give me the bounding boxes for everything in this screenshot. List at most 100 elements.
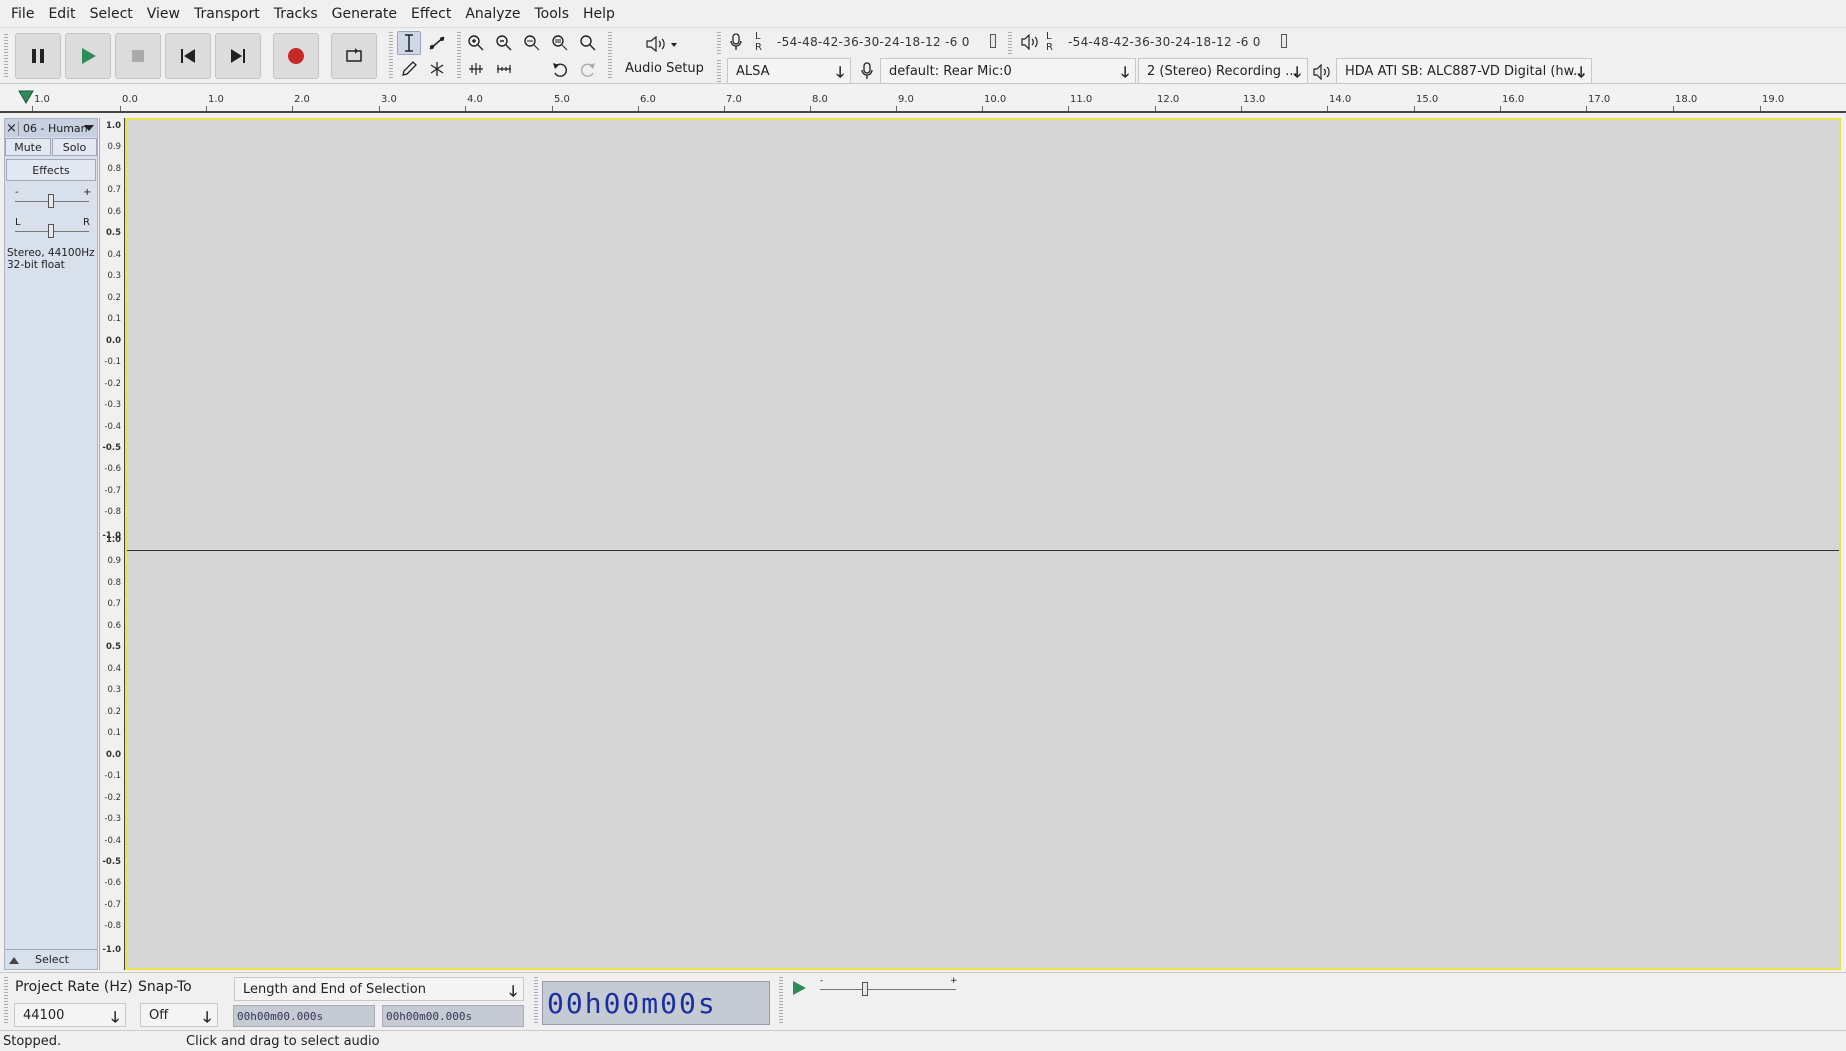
- selection-toolbar-grip[interactable]: [4, 977, 8, 1025]
- selection-end-time[interactable]: 00h00m00.000s: [382, 1005, 524, 1027]
- effects-button[interactable]: Effects: [6, 159, 96, 181]
- play-at-speed-icon[interactable]: [790, 979, 808, 997]
- record-meter-grip[interactable]: [717, 32, 721, 54]
- timeline-tick-mark: [1760, 106, 1761, 111]
- fit-project-button[interactable]: [548, 31, 572, 55]
- i-beam-icon: [405, 34, 413, 52]
- selection-tool[interactable]: [397, 31, 421, 55]
- play-icon: [82, 48, 96, 64]
- tools-grip[interactable]: [389, 32, 393, 80]
- recording-device-select[interactable]: default: Rear Mic:0 🡓: [880, 58, 1136, 84]
- skip-to-start-button[interactable]: [165, 33, 211, 79]
- pause-icon: [32, 49, 44, 63]
- trim-button[interactable]: [464, 57, 488, 81]
- draw-tool[interactable]: [397, 57, 421, 81]
- menu-tools[interactable]: Tools: [528, 6, 577, 22]
- channel-divider: [127, 550, 1839, 551]
- track-name[interactable]: 06 - Human: [19, 122, 88, 135]
- envelope-tool[interactable]: [425, 31, 449, 55]
- play-meter-grip[interactable]: [1008, 32, 1012, 54]
- skip-to-end-button[interactable]: [215, 33, 261, 79]
- arrow-down-icon: 🡓: [1293, 63, 1301, 81]
- stop-button[interactable]: [115, 33, 161, 79]
- menu-transport[interactable]: Transport: [187, 6, 267, 22]
- play-speed-slider[interactable]: [820, 989, 956, 990]
- track-footer: Select: [5, 949, 97, 969]
- zoom-in-icon: [468, 35, 484, 51]
- toolbar-grip[interactable]: [4, 34, 8, 78]
- menu-analyze[interactable]: Analyze: [458, 6, 527, 22]
- envelope-icon: [429, 36, 445, 50]
- record-button[interactable]: [273, 33, 319, 79]
- amplitude-tick-label: 0.8: [107, 577, 121, 588]
- playback-device-select[interactable]: HDA ATI SB: ALC887-VD Digital (hw... 🡓: [1336, 58, 1592, 84]
- recording-channels-select[interactable]: 2 (Stereo) Recording ... 🡓: [1138, 58, 1308, 84]
- fit-selection-button[interactable]: [520, 31, 544, 55]
- amplitude-tick-label: -0.4: [104, 835, 121, 846]
- project-rate-select[interactable]: 44100 🡓: [14, 1003, 126, 1027]
- menu-generate[interactable]: Generate: [325, 6, 404, 22]
- selection-mode-select[interactable]: Length and End of Selection 🡓: [234, 977, 524, 1001]
- arrow-down-icon: 🡓: [111, 1008, 119, 1026]
- select-track-button[interactable]: Select: [35, 953, 69, 966]
- pause-button[interactable]: [15, 33, 61, 79]
- zoom-out-button[interactable]: [492, 31, 516, 55]
- amplitude-ruler[interactable]: 1.0 0.9 0.8 0.7 0.6 0.5 0.4 0.3 0.2 0.1 0.0 -0.1 -0.…: [99, 118, 125, 970]
- gain-slider-handle[interactable]: [48, 194, 54, 208]
- menu-tracks[interactable]: Tracks: [267, 6, 325, 22]
- timeline-tick-mark: [1155, 106, 1156, 111]
- timeline-tick-mark: [1327, 106, 1328, 111]
- audio-position-time[interactable]: 00h00m00s: [542, 981, 770, 1025]
- edit-grip[interactable]: [457, 32, 461, 80]
- microphone-icon[interactable]: [729, 33, 743, 51]
- play-meter-scale[interactable]: -54-48-42-36-30-24-18-12 -6 0: [1068, 35, 1261, 49]
- track-control-panel[interactable]: × 06 - Human Mute Solo Effects - + L R S…: [4, 118, 98, 970]
- zoom-toggle-button[interactable]: [576, 31, 600, 55]
- record-meter-scale[interactable]: -54-48-42-36-30-24-18-12 -6 0: [777, 35, 970, 49]
- amplitude-tick-label: -0.6: [104, 878, 121, 889]
- play-head-icon[interactable]: [18, 90, 34, 104]
- play-button[interactable]: [65, 33, 111, 79]
- silence-icon: [497, 65, 511, 73]
- mute-button[interactable]: Mute: [5, 138, 51, 156]
- timeline-ruler[interactable]: 1.0 0.0 1.0 2.0 3.0 4.0 5.0 6.0 7.0 8.0 9.0 10.0 11.…: [0, 85, 1846, 113]
- pan-slider-handle[interactable]: [48, 224, 54, 238]
- device-toolbar-grip[interactable]: [717, 60, 721, 82]
- multi-tool[interactable]: [425, 57, 449, 81]
- silence-button[interactable]: [492, 57, 516, 81]
- snap-to-select[interactable]: Off 🡓: [140, 1003, 218, 1027]
- play-meter-handle[interactable]: [1281, 34, 1287, 48]
- play-speed-handle[interactable]: [862, 982, 868, 996]
- undo-icon: [553, 63, 567, 77]
- zoom-in-button[interactable]: [464, 31, 488, 55]
- amplitude-tick-label: 0.4: [107, 663, 121, 674]
- audio-setup-grip[interactable]: [608, 32, 612, 80]
- amplitude-tick-label: 1.0: [105, 535, 121, 545]
- audio-host-select[interactable]: ALSA 🡓: [727, 58, 851, 84]
- solo-button[interactable]: Solo: [52, 138, 97, 156]
- record-meter-handle[interactable]: [990, 34, 996, 48]
- audio-setup-button[interactable]: Audio Setup: [618, 31, 708, 81]
- waveform-area[interactable]: [125, 118, 1841, 970]
- menu-edit[interactable]: Edit: [41, 6, 82, 22]
- timeline-tick-label: 7.0: [726, 94, 742, 105]
- menu-select[interactable]: Select: [83, 6, 140, 22]
- menu-help[interactable]: Help: [576, 6, 622, 22]
- selection-start-time[interactable]: 00h00m00.000s: [233, 1005, 375, 1027]
- loop-button[interactable]: [331, 33, 377, 79]
- track-menu-icon[interactable]: [83, 124, 95, 132]
- collapse-track-icon[interactable]: [7, 954, 21, 966]
- menu-view[interactable]: View: [140, 6, 187, 22]
- play-at-speed-grip[interactable]: [779, 977, 783, 1025]
- timeline-tick-label: 9.0: [898, 94, 914, 105]
- pan-right-label: R: [83, 217, 90, 228]
- speaker-icon[interactable]: [1020, 34, 1040, 50]
- time-toolbar-grip[interactable]: [534, 977, 538, 1025]
- menu-effect[interactable]: Effect: [404, 6, 458, 22]
- undo-button[interactable]: [548, 57, 572, 81]
- redo-button[interactable]: [576, 57, 600, 81]
- menu-file[interactable]: File: [4, 6, 41, 22]
- arrow-down-icon: 🡓: [836, 63, 844, 81]
- track-format-info: Stereo, 44100Hz 32-bit float: [7, 247, 95, 271]
- close-track-icon[interactable]: ×: [5, 120, 19, 136]
